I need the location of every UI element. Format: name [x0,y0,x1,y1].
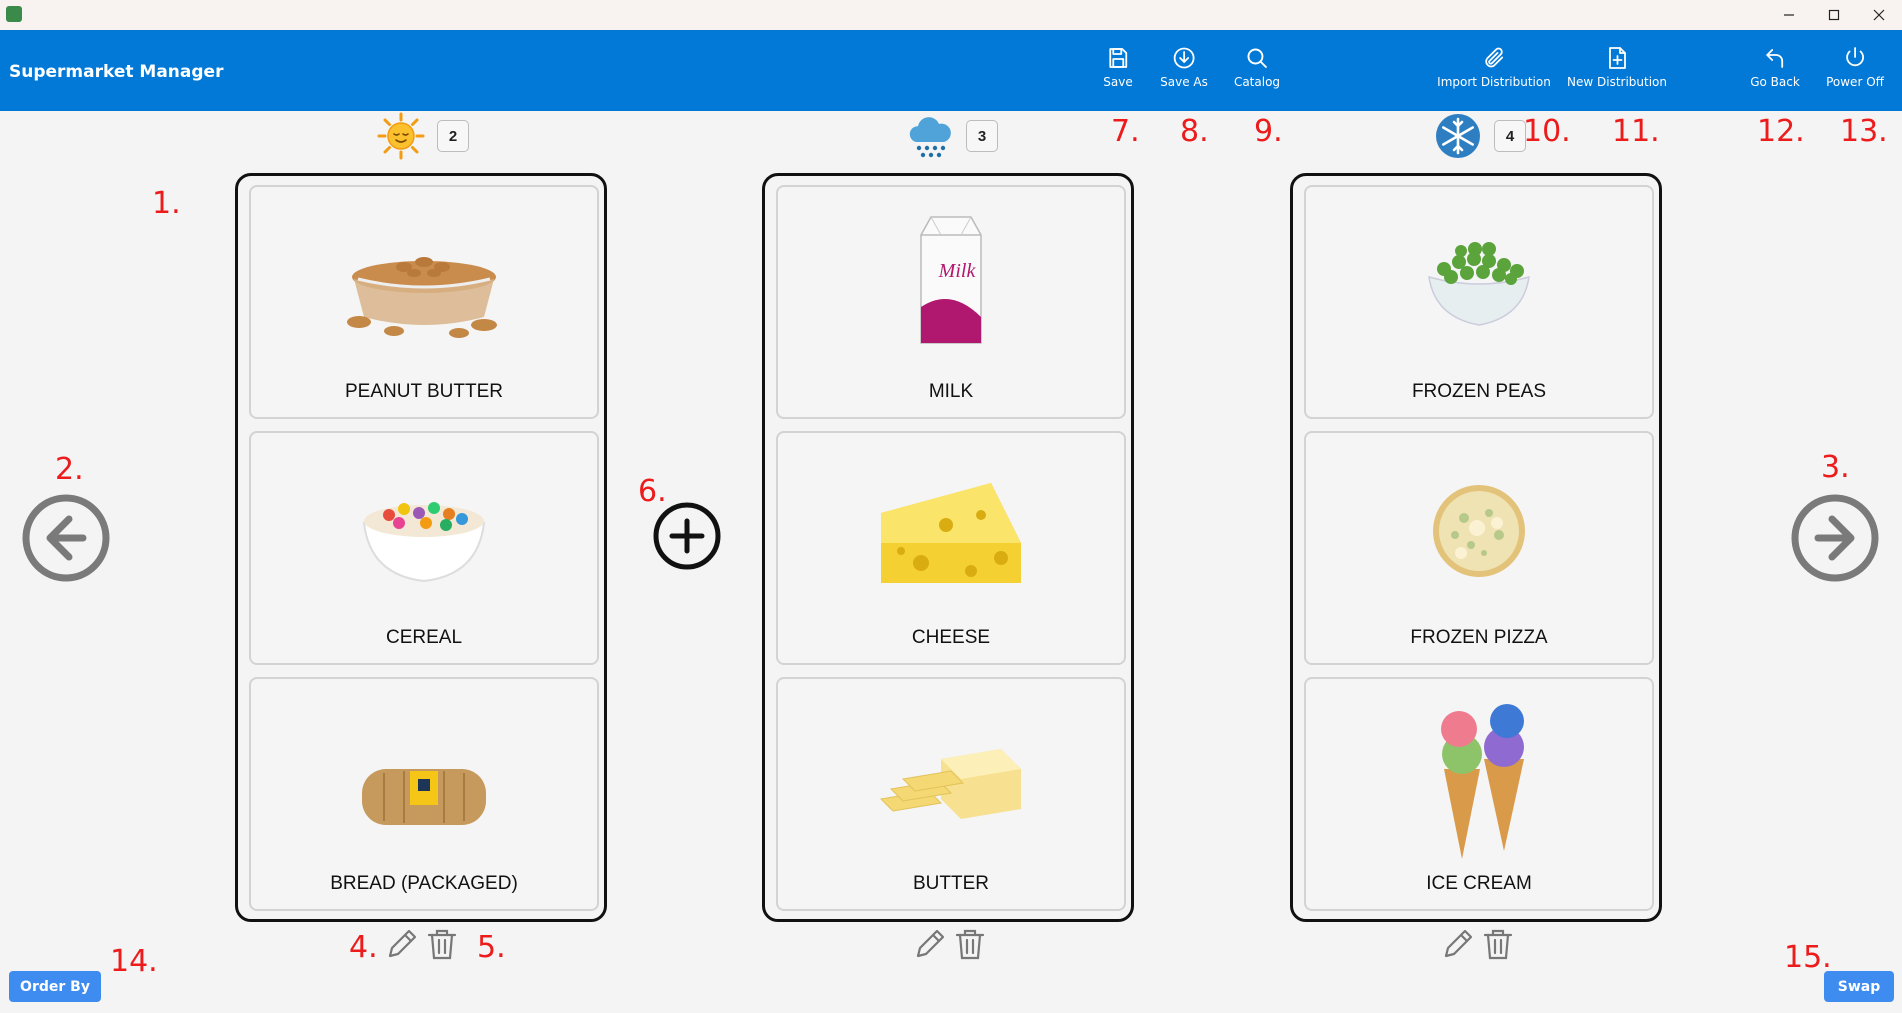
cheese-image [881,483,1021,583]
bread-image [362,769,486,825]
product-card[interactable]: Milk MILK [776,185,1126,419]
trash-icon[interactable] [424,926,460,962]
app-logo-icon [6,6,22,22]
search-icon [1247,48,1267,68]
power-off-label: Power Off [1826,75,1884,89]
import-distribution-label: Import Distribution [1437,75,1551,89]
catalog-button[interactable]: Catalog [1234,46,1280,89]
product-card[interactable]: FROZEN PIZZA [1304,431,1654,665]
power-off-button[interactable]: Power Off [1826,46,1884,89]
column-tools-ambient [384,926,460,962]
save-as-button[interactable]: Save As [1160,46,1208,89]
snowflake-icon [1436,114,1480,158]
swap-button[interactable]: Swap [1824,971,1894,1002]
new-distribution-label: New Distribution [1567,75,1667,89]
annotation-number: 14. [110,944,158,979]
minimize-button[interactable] [1766,0,1812,30]
power-icon [1846,47,1864,67]
product-card[interactable]: FROZEN PEAS [1304,185,1654,419]
frozen-peas-image [1428,242,1530,326]
category-count-badge: 4 [1494,120,1526,152]
import-distribution-button[interactable]: Import Distribution [1437,46,1551,89]
product-card[interactable]: PEANUT BUTTER [249,185,599,419]
save-icon [1109,48,1127,68]
svg-text:Milk: Milk [938,260,977,282]
download-circle-icon [1173,47,1195,69]
app-title: Supermarket Manager [9,62,224,82]
category-count-badge: 3 [966,120,998,152]
butter-image [879,749,1021,819]
category-count-badge: 2 [437,120,469,152]
column-tools-frozen [1440,926,1516,962]
annotation-number: 5. [477,930,506,965]
shelf-column-refrigerated: Milk MILK CHEESE BUTTER [762,173,1134,922]
app-toolbar: Supermarket Manager Save Save As Catalog… [0,30,1902,111]
annotation-number: 13. [1840,114,1888,149]
order-by-button[interactable]: Order By [9,971,101,1002]
annotation-number: 9. [1254,114,1283,149]
product-name: CHEESE [911,627,991,648]
frozen-pizza-image [1433,485,1525,577]
product-name: MILK [928,381,974,402]
annotation-number: 1. [152,186,181,221]
product-name: BUTTER [913,873,989,894]
save-label: Save [1103,75,1133,89]
annotation-number: 12. [1757,114,1805,149]
annotation-number: 2. [55,452,84,487]
product-card[interactable]: BUTTER [776,677,1126,911]
product-name: CEREAL [385,627,463,648]
go-back-label: Go Back [1750,75,1800,89]
product-name: BREAD (PACKAGED) [330,873,518,894]
annotation-number: 11. [1612,114,1660,149]
product-card[interactable]: CHEESE [776,431,1126,665]
catalog-label: Catalog [1233,75,1281,89]
trash-icon[interactable] [952,926,988,962]
product-card[interactable]: ICE CREAM [1304,677,1654,911]
previous-page-button[interactable] [21,493,111,583]
milk-carton-image: Milk [920,216,982,344]
product-name: FROZEN PIZZA [1410,627,1548,648]
sun-icon [377,112,425,160]
next-page-button[interactable] [1790,493,1880,583]
shelf-column-frozen: FROZEN PEAS FROZEN PIZZA ICE CREAM [1290,173,1662,922]
peanut-butter-image [347,257,497,338]
category-header-frozen: 4 [1434,114,1526,158]
product-card[interactable]: CEREAL [249,431,599,665]
snow-cloud-icon [909,117,951,158]
close-window-button[interactable] [1856,0,1902,30]
shelf-column-ambient: PEANUT BUTTER CEREAL BREAD (PACKAGED) [235,173,607,922]
add-column-button[interactable] [652,501,722,571]
pencil-icon[interactable] [384,926,420,962]
category-header-ambient: 2 [377,112,469,160]
paperclip-icon [1485,47,1503,68]
category-header-refrigerated: 3 [906,114,998,158]
annotation-number: 7. [1111,114,1140,149]
product-name: FROZEN PEAS [1411,381,1547,402]
save-as-label: Save As [1160,75,1208,89]
maximize-button[interactable] [1811,0,1857,30]
go-back-button[interactable]: Go Back [1750,46,1800,89]
product-card[interactable]: BREAD (PACKAGED) [249,677,599,911]
annotation-number: 6. [638,474,667,509]
new-file-icon [1609,47,1626,69]
product-name: ICE CREAM [1426,873,1532,894]
new-distribution-button[interactable]: New Distribution [1567,46,1667,89]
trash-icon[interactable] [1480,926,1516,962]
annotation-number: 3. [1821,450,1850,485]
annotation-number: 4. [349,930,378,965]
column-tools-refrigerated [912,926,988,962]
product-name: PEANUT BUTTER [344,381,503,402]
ice-cream-image [1441,704,1524,859]
pencil-icon[interactable] [1440,926,1476,962]
annotation-number: 10. [1523,114,1571,149]
undo-arrow-icon [1766,49,1783,68]
window-titlebar [0,0,1902,30]
annotation-number: 8. [1180,114,1209,149]
annotation-number: 15. [1784,940,1832,975]
save-button[interactable]: Save [1103,46,1133,89]
cereal-image [362,502,486,583]
pencil-icon[interactable] [912,926,948,962]
